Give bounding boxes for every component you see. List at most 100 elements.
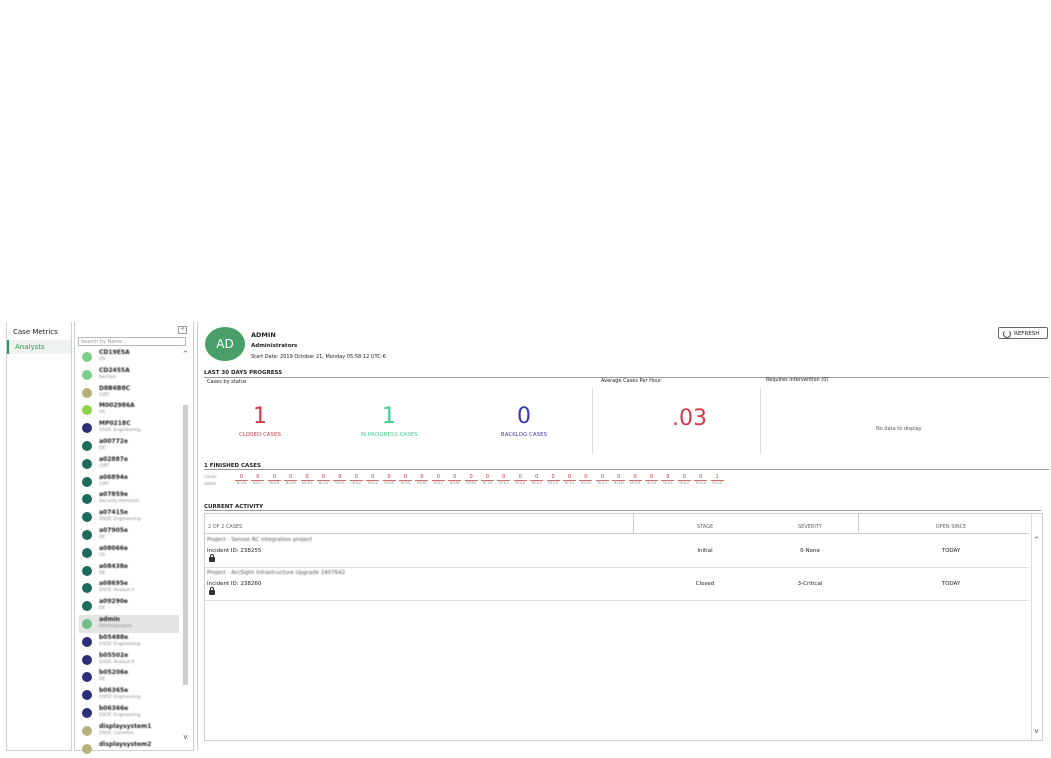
case-severity: 3-Critical [797,581,823,587]
day-date: 9/16 [580,481,591,486]
list-item[interactable]: a00772e DE [79,437,179,455]
list-item[interactable]: a07905e DE [79,526,179,544]
collapse-icon[interactable]: « [178,326,187,334]
avatar [82,725,92,736]
chevron-up-icon[interactable]: ^ [182,350,189,358]
nav-item-analysts[interactable]: Analysts [7,340,71,354]
finished-legend-dates: dates [204,482,217,487]
list-item[interactable]: a02887e CIRT [79,455,179,473]
analyst-role: GSOC Engineering [99,517,141,523]
analyst-role: DE [99,606,106,612]
activity-table: 2 OF 2 CASES STAGE SEVERITY OPEN SINCE P… [204,513,1043,741]
analyst-name: CD2455A [99,366,130,374]
analyst-role: US [99,552,106,558]
requires-intervention-label: Requires intervention (0) [766,377,829,383]
list-item[interactable]: a08695e GSOC Analyst II [79,579,179,597]
analyst-name: a07905e [99,527,128,534]
timeline-day: 0 9/23 [692,472,709,488]
analyst-search-input[interactable]: Search by Name... [78,337,186,346]
open-since-header[interactable]: OPEN SINCE [925,524,977,530]
list-item[interactable]: a08066e US [79,544,179,562]
timeline-day: 0 9/09 [463,472,480,488]
timeline-day: 0 9/12 [512,472,529,488]
analyst-name: MP0218C [99,420,131,428]
analyst-role: GSOC Analyst II [99,659,135,665]
lock-icon [209,587,215,595]
avatar [82,743,92,754]
list-item[interactable]: admin Administrators [79,615,179,633]
day-date: 9/21 [662,481,673,486]
analyst-role: CIRT [99,481,110,487]
list-item[interactable]: CD2455A SecOps [79,366,179,384]
analyst-role: GSOC Consoles [99,730,134,736]
severity-header[interactable]: SEVERITY [790,524,830,530]
no-data-message: No data to display [876,426,922,432]
timeline-day: 0 8/30 [299,472,316,488]
list-item[interactable]: a06894e CIRT [79,473,179,491]
refresh-button[interactable]: REFRESH [998,327,1048,339]
timeline-day: 0 9/01 [331,472,348,488]
list-item[interactable]: displaysystem2 [79,740,179,758]
list-item[interactable]: CD19E5A US [79,348,179,366]
avg-cases-label: Average Cases Per Hour [601,378,662,384]
avatar: AD [205,327,245,361]
avatar [82,441,92,451]
chevron-up-icon[interactable]: ^ [1033,536,1040,544]
case-title[interactable]: Project - ArcSight Infrastructure Upgrad… [207,570,345,576]
avatar [82,565,92,576]
avatar [82,423,92,434]
chevron-down-icon[interactable]: v [1033,727,1040,735]
timeline-day: 0 9/19 [627,472,644,488]
chevron-down-icon[interactable]: v [182,733,189,741]
list-item[interactable]: b05488e GSOC Engineering [79,633,179,651]
case-severity: 0-None [800,548,820,554]
list-item[interactable]: a07415e GSOC Engineering [79,508,179,526]
avatar [82,352,92,362]
case-stage: Closed [695,581,715,587]
stage-header[interactable]: STAGE [685,524,725,530]
avatar [82,512,92,523]
list-item[interactable]: b05206e DE [79,668,179,686]
day-date: 9/18 [613,481,624,486]
list-item[interactable]: b06366e GSOC Engineering [79,704,179,722]
timeline-day: 0 9/20 [643,472,660,488]
list-item[interactable]: displaysystem1 GSOC Consoles [79,722,179,740]
list-item[interactable]: a08438e DE [79,562,179,580]
lock-icon [209,554,215,562]
timeline-day: 1 9/24 [709,472,726,488]
incident-id: Incident ID: 238260 [207,581,262,587]
analyst-name: M002986A [99,402,135,410]
scroll-thumb[interactable] [183,405,188,685]
avatar [82,369,92,380]
list-item[interactable]: MP0218C GSOC Engineering [79,419,179,437]
table-row[interactable]: Project - Sensor RC integration project … [205,534,1029,568]
backlog-count: 0 [517,404,531,429]
avatar [82,476,92,487]
case-open-since: TODAY [941,581,961,587]
list-item[interactable]: b05502e GSOC Analyst II [79,651,179,669]
avatar [82,583,92,594]
analyst-role: US [99,410,106,416]
day-date: 9/03 [367,481,378,486]
list-item[interactable]: b06365e GSOC Engineering [79,686,179,704]
analyst-name: a00772e [99,438,128,445]
list-item[interactable]: D8B6B8C CIRT [79,384,179,402]
list-item[interactable]: a07859e Security Administ... [79,490,179,508]
nav-item-case-metrics[interactable]: Case Metrics [7,325,71,339]
timeline-day: 0 9/22 [676,472,693,488]
case-title[interactable]: Project - Sensor RC integration project [207,537,312,543]
analyst-name: a07859e [99,491,128,499]
list-item[interactable]: a09290e DE [79,597,179,615]
timeline-day: 0 9/21 [659,472,676,488]
closed-cases-label: CLOSED CASES [238,432,282,438]
in-progress-count: 1 [382,404,396,429]
table-row[interactable]: Project - ArcSight Infrastructure Upgrad… [205,567,1029,601]
analyst-list-panel: « Search by Name... CD19E5A US CD2455A SecO… [74,322,194,754]
analyst-scrollbar[interactable]: ^ v [182,350,189,741]
activity-scrollbar[interactable]: ^ v [1031,514,1042,740]
avatar [82,708,92,718]
analyst-role: DE [99,535,106,540]
profile-name: ADMIN [251,331,276,339]
analyst-name: D8B6B8C [99,384,131,392]
list-item[interactable]: M002986A US [79,401,179,419]
